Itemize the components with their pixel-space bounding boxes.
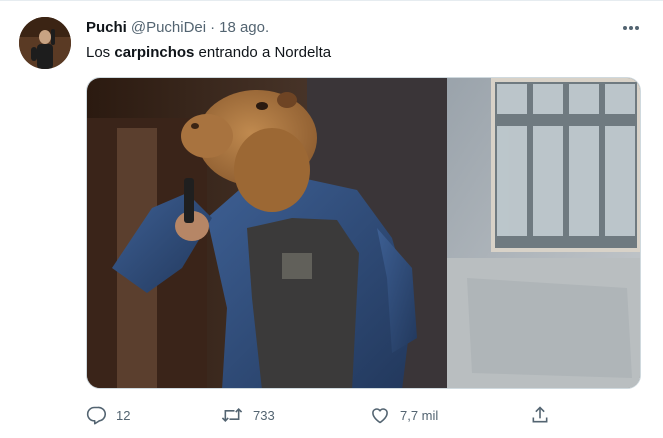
retweet-count: 733 [253,407,275,423]
tweet-time[interactable]: 18 ago. [219,19,269,36]
separator-dot: · [210,19,216,36]
like-count: 7,7 mil [400,407,439,423]
tweet-text-bold: carpinchos [114,44,195,61]
like-icon [372,408,388,424]
retweet-icon [221,408,243,422]
retweet-button[interactable]: 733 [221,400,275,430]
avatar-image [19,17,71,69]
share-button[interactable] [530,400,550,430]
tweet-text-before: Los [86,44,115,61]
reply-icon [86,406,106,425]
tweet-actions: 12 733 7,7 mil [86,400,646,430]
tweet-media[interactable] [86,77,641,389]
reply-count: 12 [116,407,131,423]
reply-button[interactable]: 12 [86,400,130,430]
avatar[interactable] [19,17,71,69]
like-button[interactable]: 7,7 mil [370,400,438,430]
media-image [87,78,640,388]
more-button[interactable] [620,17,642,39]
tweet-text: Los carpinchos entrando a Nordelta [86,43,331,63]
share-icon [532,406,548,423]
author-name[interactable]: Puchi [86,19,127,36]
more-horizontal-icon [623,26,639,30]
tweet-card[interactable]: Puchi @PuchiDei · 18 ago. Los carpinchos en… [0,0,663,438]
tweet-header: Puchi @PuchiDei · 18 ago. [86,18,633,40]
author-handle[interactable]: @PuchiDei [131,19,206,36]
tweet-text-after: entrando a Nordelta [194,44,332,61]
